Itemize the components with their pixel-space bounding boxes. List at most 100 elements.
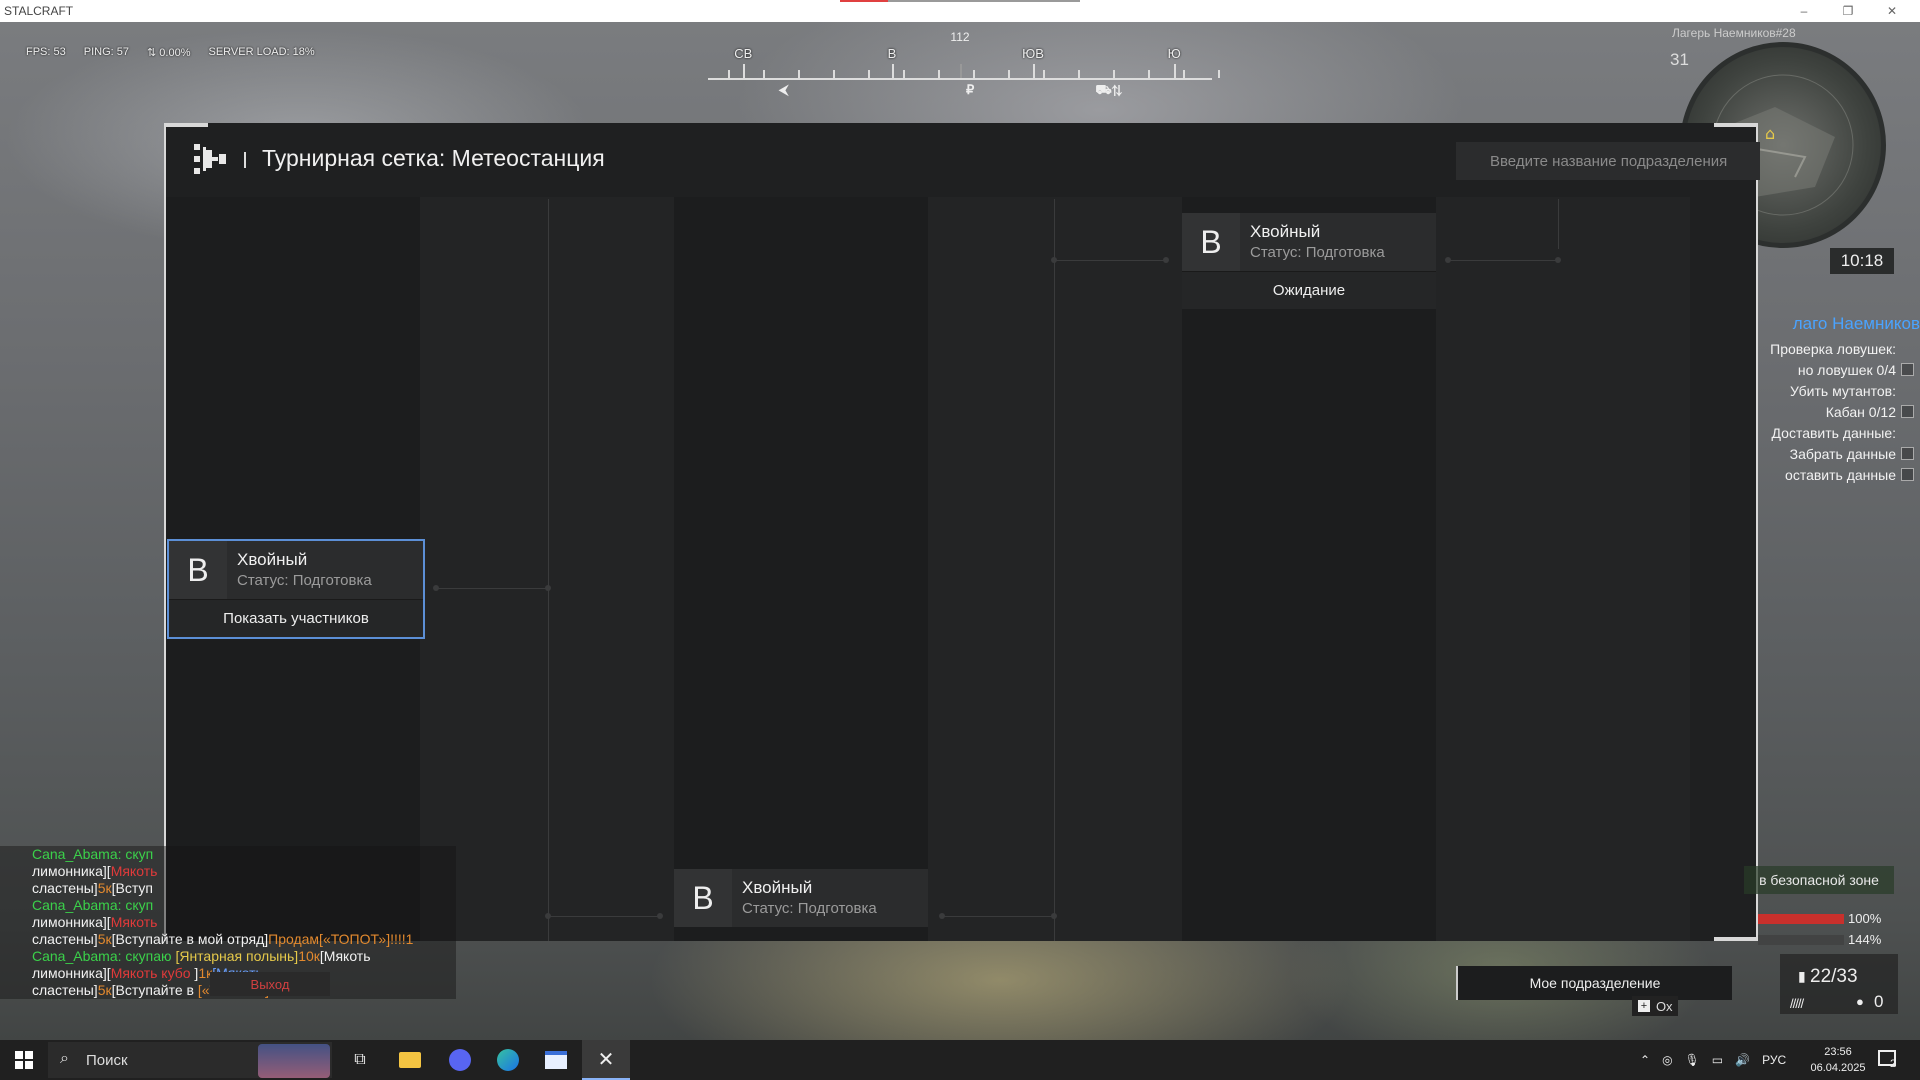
network-icon[interactable]: ▭ bbox=[1712, 1053, 1723, 1067]
ammo-count: 22/33 bbox=[1810, 966, 1858, 987]
chat-segment: Мякоть bbox=[110, 914, 158, 930]
exit-button[interactable]: Выход bbox=[210, 972, 330, 996]
compass-label: Ю bbox=[1167, 46, 1181, 61]
app-window-button[interactable] bbox=[532, 1040, 580, 1080]
bracket-connector bbox=[1054, 260, 1166, 261]
compass-label: В bbox=[887, 46, 897, 61]
clock-time: 23:56 bbox=[1824, 1046, 1852, 1058]
chat-segment: Cana_Abama: скуп bbox=[32, 897, 154, 913]
quest-tracker: лаго Наемников Проверка ловушек: но ловуш… bbox=[1748, 314, 1920, 485]
discord-button[interactable] bbox=[436, 1040, 484, 1080]
chat-segment: Cana_Abama: скуп bbox=[32, 846, 154, 862]
start-button[interactable] bbox=[0, 1040, 48, 1080]
safe-zone-indicator: в безопасной зоне bbox=[1744, 866, 1894, 894]
quest-objective-text: Доставить данные: bbox=[1771, 424, 1896, 441]
compass-tick bbox=[763, 70, 765, 78]
energy-bar bbox=[1758, 935, 1844, 945]
compass: 112 СВ В ЮВ Ю ⮜ ₽ ⛟⇅ bbox=[708, 26, 1220, 100]
chat-segment: сластены] bbox=[32, 880, 98, 896]
health-bar-fill bbox=[1758, 914, 1844, 924]
bracket-connector-column bbox=[928, 197, 1182, 941]
restore-button[interactable]: ❐ bbox=[1826, 0, 1870, 22]
close-button[interactable]: ✕ bbox=[1870, 0, 1914, 22]
grenade-icon: ● bbox=[1856, 994, 1864, 1009]
chat-segment: сластены] bbox=[32, 931, 98, 947]
search-icon: ⌕ bbox=[60, 1050, 69, 1067]
taskbar-clock[interactable]: 23:56 06.04.2025 bbox=[1802, 1044, 1874, 1076]
bracket-connector bbox=[1558, 199, 1559, 249]
panel-header: Турнирная сетка: Метеостанция bbox=[166, 123, 1760, 197]
team-card-header: В Хвойный Статус: Подготовка bbox=[674, 869, 928, 927]
show-members-button[interactable]: Показать участников bbox=[169, 599, 423, 637]
window-titlebar: STALCRAFT – ❐ ✕ bbox=[0, 0, 1920, 22]
quest-objective: Убить мутантов: bbox=[1748, 380, 1920, 401]
quest-objective: но ловушек 0/4 bbox=[1748, 359, 1920, 380]
bracket-node bbox=[1051, 257, 1057, 263]
quest-objective-text: Забрать данные bbox=[1789, 445, 1896, 462]
bracket-node bbox=[545, 585, 551, 591]
unit-search-input[interactable] bbox=[1456, 142, 1760, 180]
minimap-location: Лагерь Наемников#28 bbox=[1672, 26, 1796, 40]
chat-segment: Продам[«ТОПОТ»]!!!!1 bbox=[268, 931, 414, 947]
waiting-status-button[interactable]: Ожидание bbox=[1182, 271, 1436, 309]
chat-line: Cana_Abama: скуп bbox=[0, 846, 456, 863]
tray-chevron-icon[interactable]: ⌃ bbox=[1640, 1053, 1650, 1067]
compass-tick bbox=[1218, 70, 1220, 78]
compass-marker-icon: ⛟⇅ bbox=[1095, 82, 1122, 97]
bracket-connector bbox=[548, 199, 549, 941]
quest-objective: Кабан 0/12 bbox=[1748, 401, 1920, 422]
tray-app-icon[interactable]: ◎ bbox=[1662, 1053, 1672, 1067]
quest-objective: Доставить данные: bbox=[1748, 422, 1920, 443]
stalcraft-icon: ✕ bbox=[597, 1048, 615, 1071]
bracket-node bbox=[939, 913, 945, 919]
team-card-header: В Хвойный Статус: Подготовка bbox=[1182, 213, 1436, 271]
bracket-column bbox=[674, 197, 928, 941]
system-tray: ⌃ ◎ 🎙 ▭ 🔊 РУС bbox=[1640, 1040, 1786, 1080]
compass-tick bbox=[1183, 70, 1185, 78]
compass-heading: 112 bbox=[950, 30, 970, 44]
chat-line: Cana_Abama: скуп bbox=[0, 897, 456, 914]
language-indicator[interactable]: РУС bbox=[1762, 1053, 1786, 1067]
quest-objective-text: Проверка ловушек: bbox=[1770, 340, 1896, 357]
compass-marker-icon: ₽ bbox=[965, 82, 975, 97]
notification-center-button[interactable]: 2 bbox=[1876, 1048, 1902, 1072]
compass-label: ЮВ bbox=[1022, 46, 1044, 61]
chat-line: Cana_Abama: скупаю [Янтарная полынь]10к[… bbox=[0, 948, 456, 965]
quest-objective: Проверка ловушек: bbox=[1748, 338, 1920, 359]
windows-logo-icon bbox=[15, 1051, 33, 1069]
my-unit-button[interactable]: Мое подразделение bbox=[1456, 966, 1732, 1000]
chat-segment: лимонника][ bbox=[32, 914, 111, 930]
team-card[interactable]: В Хвойный Статус: Подготовка Ожидание bbox=[1182, 213, 1436, 309]
compass-tick bbox=[973, 70, 975, 78]
compass-tick bbox=[1113, 70, 1115, 78]
chat-segment: 10к bbox=[298, 948, 320, 964]
panel-title: Турнирная сетка: Метеостанция bbox=[262, 145, 605, 171]
task-view-button[interactable]: ⧉ bbox=[336, 1040, 384, 1080]
edge-button[interactable] bbox=[484, 1040, 532, 1080]
microphone-icon[interactable]: 🎙 bbox=[1685, 1053, 1700, 1067]
server-load-readout: SERVER LOAD: 18% bbox=[208, 46, 315, 58]
stalcraft-taskbar-button[interactable]: ✕ bbox=[582, 1040, 630, 1080]
taskbar-search-label: Поиск bbox=[86, 1051, 128, 1069]
team-name: Хвойный bbox=[237, 550, 308, 569]
team-name: Хвойный bbox=[1250, 222, 1321, 241]
windows-taskbar: ⌕ Поиск ⧉ ✕ ⌃ ◎ 🎙 ▭ 🔊 РУС 23:56 06.04.20… bbox=[0, 1040, 1920, 1080]
volume-icon[interactable]: 🔊 bbox=[1735, 1053, 1750, 1067]
compass-heading-pointer bbox=[960, 64, 962, 78]
bracket-node bbox=[1163, 257, 1169, 263]
team-card[interactable]: В Хвойный Статус: Подготовка Показать уч… bbox=[167, 539, 425, 639]
key-hint: + Ох bbox=[1632, 996, 1679, 1016]
window-title: STALCRAFT bbox=[4, 4, 74, 18]
team-card[interactable]: В Хвойный Статус: Подготовка bbox=[674, 869, 928, 927]
ammo-panel: ▮ 22/33 ///// ● 0 bbox=[1780, 954, 1898, 1014]
quest-objective-text: Убить мутантов: bbox=[1790, 382, 1896, 399]
chat-segment: лимонника][ bbox=[32, 965, 111, 981]
minimize-button[interactable]: – bbox=[1782, 0, 1826, 22]
compass-label: СВ bbox=[734, 46, 753, 61]
window-app-icon bbox=[545, 1051, 567, 1069]
chat-segment: Мякоть кубо bbox=[110, 965, 191, 981]
taskbar-search-box[interactable]: ⌕ Поиск bbox=[48, 1042, 332, 1078]
file-explorer-button[interactable] bbox=[386, 1040, 434, 1080]
svg-text:⌂: ⌂ bbox=[1765, 124, 1775, 143]
fps-readout: FPS: 53 bbox=[26, 46, 66, 58]
